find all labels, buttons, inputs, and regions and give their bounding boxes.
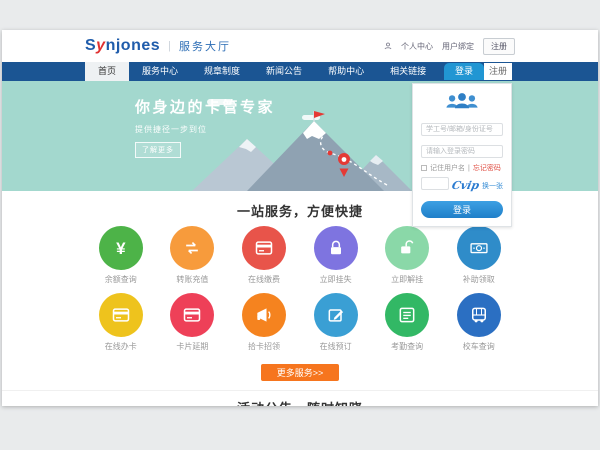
service-report-loss[interactable]: 立即挂失 (300, 226, 372, 285)
nav-item-help[interactable]: 帮助中心 (315, 62, 377, 81)
hero-cta-button[interactable]: 了解更多 (135, 142, 181, 158)
password-input[interactable] (421, 145, 503, 158)
remember-checkbox[interactable] (421, 165, 427, 171)
service-attendance[interactable]: 考勤查询 (371, 293, 443, 352)
mountains-illustration (192, 111, 412, 191)
yen-icon: ¥ (116, 240, 125, 257)
user-bind-link[interactable]: 用户绑定 (442, 41, 474, 52)
page: Synjones | 服务大厅 个人中心 用户绑定 注册 首页 服务中心 规章制… (2, 30, 598, 406)
remember-label: 记住用户名 (430, 163, 465, 173)
card-icon (254, 238, 274, 258)
service-lost-found[interactable]: 拾卡招领 (228, 293, 300, 352)
logo[interactable]: Synjones (85, 37, 160, 55)
bus-icon (469, 305, 489, 325)
cloud-decoration (207, 99, 233, 105)
logo-accent: y (96, 37, 105, 54)
lock-icon (326, 238, 346, 258)
service-apply-card[interactable]: 在线办卡 (85, 293, 157, 352)
mem-separator: | (468, 165, 470, 172)
nav-item-rules[interactable]: 规章制度 (191, 62, 253, 81)
personal-center-link[interactable]: 个人中心 (401, 41, 433, 52)
service-balance[interactable]: ¥ 余额查询 (85, 226, 157, 285)
transfer-icon (182, 238, 202, 258)
register-button[interactable]: 注册 (483, 38, 515, 55)
forgot-password-link[interactable]: 忘记密码 (473, 163, 501, 173)
megaphone-icon (254, 305, 274, 325)
nav-item-news[interactable]: 新闻公告 (253, 62, 315, 81)
service-unlock[interactable]: 立即解挂 (371, 226, 443, 285)
logo-text-rest: njones (106, 37, 161, 54)
announcements-section: 活动公告，随时知晓 使用指南 最新公告 更多>> 使用指南 更多>> (2, 390, 598, 406)
announcements-title: 活动公告，随时知晓 (2, 398, 598, 406)
more-services-button[interactable]: 更多服务>> (261, 364, 339, 381)
service-transfer[interactable]: 转账充值 (157, 226, 229, 285)
services-section: 一站服务，方便快捷 ¥ 余额查询 转账充值 在线缴费 (2, 201, 598, 381)
nav-item-home[interactable]: 首页 (85, 62, 129, 81)
service-online-booking[interactable]: 在线预订 (300, 293, 372, 352)
login-tab[interactable]: 登录 (444, 63, 484, 80)
users-group-icon (445, 92, 479, 109)
captcha-image: Cvip (451, 179, 481, 192)
user-icon (384, 42, 392, 50)
login-submit-button[interactable]: 登录 (421, 201, 503, 218)
banknote-icon (469, 238, 489, 258)
service-card-extension[interactable]: 卡片延期 (157, 293, 229, 352)
unlock-icon (397, 238, 417, 258)
logo-text: S (85, 37, 96, 54)
services-grid: ¥ 余额查询 转账充值 在线缴费 立即挂失 (85, 226, 515, 360)
captcha-input[interactable] (421, 177, 449, 190)
list-icon (397, 305, 417, 325)
login-widget: 登录 注册 记住用户名 | 忘记密码 Cvip 换一 (412, 63, 512, 227)
site-name: 服务大厅 (179, 38, 231, 54)
header-divider: | (168, 40, 171, 52)
service-school-bus[interactable]: 校车查询 (443, 293, 515, 352)
edit-icon (326, 305, 346, 325)
nav-item-service-center[interactable]: 服务中心 (129, 62, 191, 81)
header: Synjones | 服务大厅 个人中心 用户绑定 注册 (2, 30, 598, 62)
username-input[interactable] (421, 123, 503, 136)
card-icon (111, 305, 131, 325)
service-subsidy[interactable]: 补助领取 (443, 226, 515, 285)
service-pay-online[interactable]: 在线缴费 (228, 226, 300, 285)
register-tab[interactable]: 注册 (484, 63, 512, 80)
card-icon (182, 305, 202, 325)
captcha-refresh-link[interactable]: 换一张 (482, 181, 503, 191)
